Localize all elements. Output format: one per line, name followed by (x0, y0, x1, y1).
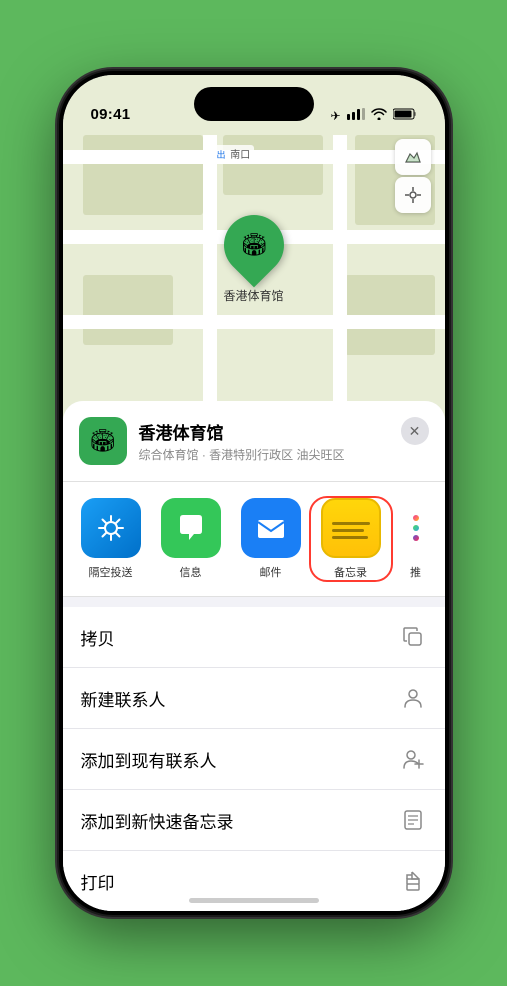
sheet-close-button[interactable]: ✕ (401, 417, 429, 445)
venue-info: 香港体育馆 综合体育馆 · 香港特别行政区 油尖旺区 (139, 419, 429, 463)
notes-icon (321, 498, 381, 558)
location-pin: 🏟 香港体育馆 (223, 215, 283, 304)
note-icon (399, 806, 427, 834)
mail-icon (241, 498, 301, 558)
action-add-existing[interactable]: 添加到现有联系人 (63, 729, 445, 790)
action-add-note-label: 添加到新快速备忘录 (81, 808, 234, 833)
map-type-button[interactable] (395, 139, 431, 175)
share-item-notes-wrapper: 备忘录 (311, 498, 391, 580)
copy-icon (399, 623, 427, 651)
wifi-icon (371, 108, 387, 123)
venue-subtitle: 综合体育馆 · 香港特别行政区 油尖旺区 (139, 446, 429, 463)
pin-circle: 🏟 (211, 203, 296, 288)
action-print-label: 打印 (81, 869, 115, 894)
phone-screen: 09:41 ✈ (63, 75, 445, 911)
home-indicator (189, 898, 319, 903)
battery-icon (393, 108, 417, 123)
sheet-header: 🏟 香港体育馆 综合体育馆 · 香港特别行政区 油尖旺区 ✕ (63, 401, 445, 482)
messages-icon (161, 498, 221, 558)
notes-line-3 (332, 536, 368, 539)
airdrop-label: 隔空投送 (89, 564, 133, 580)
dot-1 (413, 515, 419, 521)
action-copy-label: 拷贝 (81, 625, 115, 650)
location-icon: ✈ (330, 109, 340, 123)
share-item-mail[interactable]: 邮件 (231, 498, 311, 580)
more-label: 推 (410, 564, 421, 580)
venue-name: 香港体育馆 (139, 419, 429, 444)
venue-icon: 🏟 (79, 417, 127, 465)
notes-line-1 (332, 522, 370, 525)
status-time: 09:41 (91, 106, 131, 123)
signal-icon (347, 108, 365, 123)
share-item-airdrop[interactable]: 隔空投送 (71, 498, 151, 580)
print-icon (399, 867, 427, 895)
action-add-existing-label: 添加到现有联系人 (81, 747, 217, 772)
notes-label: 备忘录 (334, 564, 367, 580)
status-bar: 09:41 ✈ (63, 75, 445, 129)
share-item-more[interactable]: 推 (391, 498, 441, 580)
notes-line-2 (332, 529, 364, 532)
more-dots (413, 498, 419, 558)
person-add-icon (399, 745, 427, 773)
dot-3 (413, 535, 419, 541)
status-icons: ✈ (330, 108, 416, 123)
location-button[interactable] (395, 177, 431, 213)
notes-lines (326, 514, 376, 543)
map-label: 出 南口 (213, 145, 255, 162)
dot-2 (413, 525, 419, 531)
messages-label: 信息 (180, 564, 202, 580)
action-new-contact[interactable]: 新建联系人 (63, 668, 445, 729)
person-icon (399, 684, 427, 712)
pin-label: 香港体育馆 (223, 287, 283, 304)
mail-label: 邮件 (260, 564, 282, 580)
share-item-messages[interactable]: 信息 (151, 498, 231, 580)
airdrop-icon (81, 498, 141, 558)
action-add-note[interactable]: 添加到新快速备忘录 (63, 790, 445, 851)
bottom-sheet: 🏟 香港体育馆 综合体育馆 · 香港特别行政区 油尖旺区 ✕ (63, 401, 445, 911)
phone-frame: 09:41 ✈ (59, 71, 449, 915)
share-row: 隔空投送 信息 (63, 482, 445, 597)
action-new-contact-label: 新建联系人 (81, 686, 166, 711)
pin-inner-icon: 🏟 (240, 232, 268, 258)
action-copy[interactable]: 拷贝 (63, 607, 445, 668)
share-item-notes[interactable]: 备忘录 (311, 498, 391, 580)
map-controls (395, 139, 431, 213)
action-list: 拷贝 新建联系人 (63, 607, 445, 911)
